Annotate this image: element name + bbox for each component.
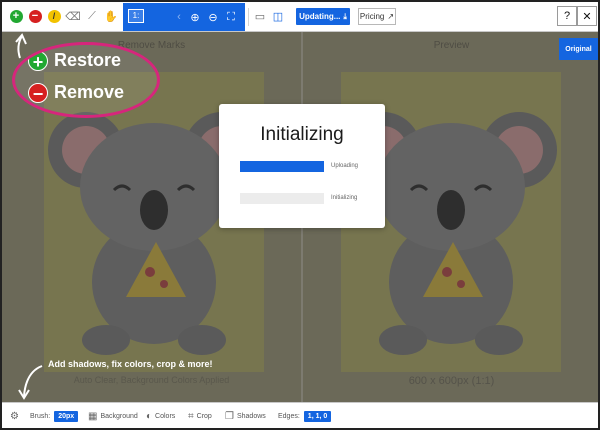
marks-footnote: Auto Clear, Background Colors Applied bbox=[73, 375, 230, 385]
init-progress-label: Initializing bbox=[331, 195, 358, 201]
toolbar-separator bbox=[248, 8, 249, 26]
zoom-select[interactable]: 1: bbox=[128, 9, 144, 23]
shadows-button[interactable]: ❐ Shadows bbox=[225, 409, 266, 423]
remove-annotation: − Remove bbox=[28, 82, 125, 104]
restore-remove-callout: + Restore − Remove bbox=[12, 42, 160, 118]
colors-icon: ◐ bbox=[146, 410, 153, 422]
restore-annotation: + Restore bbox=[28, 50, 122, 72]
background-icon: ▦ bbox=[88, 410, 98, 422]
crop-label: Crop bbox=[196, 412, 212, 420]
fit-screen-icon[interactable]: ⛶ bbox=[223, 9, 239, 25]
remove-minus-badge-icon: − bbox=[28, 82, 48, 104]
upload-progress-bar bbox=[240, 161, 324, 172]
shadows-label: Shadows bbox=[236, 412, 266, 420]
zoom-in-icon[interactable]: ⊕ bbox=[187, 9, 203, 25]
close-button[interactable]: ✕ bbox=[577, 6, 597, 26]
restore-plus-icon[interactable]: + bbox=[8, 8, 24, 24]
split-view-icon[interactable]: ◫ bbox=[270, 8, 286, 24]
remove-minus-icon[interactable]: − bbox=[27, 8, 43, 24]
settings-gear-icon[interactable]: ⚙ bbox=[10, 409, 22, 423]
brush-size-value[interactable]: 20px bbox=[54, 410, 79, 422]
magic-wand-icon[interactable]: / bbox=[46, 8, 62, 24]
bottom-toolbar: ⚙ Brush: 20px ▦ Background ◐ Colors ⌗ Cr… bbox=[2, 402, 598, 428]
step-back-icon[interactable]: ‹ bbox=[171, 9, 187, 25]
top-toolbar: + − / ⌫ ⟋ ✋ 1: ‹ ⊕ ⊖ ⛶ ▭ ◫ Updating... ⤓… bbox=[2, 2, 598, 32]
download-button[interactable]: Updating... ⤓ bbox=[296, 8, 350, 25]
colors-button[interactable]: ◐ Colors bbox=[146, 409, 175, 423]
crop-icon: ⌗ bbox=[188, 410, 194, 422]
remove-annotation-label: Remove bbox=[54, 82, 125, 102]
single-view-icon[interactable]: ▭ bbox=[252, 8, 268, 24]
brush-size-control[interactable]: Brush: 20px bbox=[30, 409, 79, 423]
external-link-icon: ↗ bbox=[387, 12, 395, 21]
brush-label: Brush: bbox=[30, 412, 51, 420]
download-button-label: Updating... bbox=[299, 12, 341, 21]
pricing-button-label: Pricing bbox=[359, 12, 385, 21]
restore-annotation-label: Restore bbox=[54, 50, 122, 70]
init-progress-bar bbox=[240, 193, 324, 204]
background-button[interactable]: ▦ Background bbox=[88, 409, 138, 423]
zoom-out-icon[interactable]: ⊖ bbox=[205, 9, 221, 25]
edges-value[interactable]: 1, 1, 0 bbox=[303, 410, 332, 422]
preview-pane-title: Preview bbox=[433, 40, 470, 51]
dialog-title: Initializing bbox=[260, 124, 344, 145]
background-label: Background bbox=[100, 412, 138, 420]
eraser-icon[interactable]: ⌫ bbox=[65, 8, 81, 24]
initializing-dialog: Initializing Uploading Initializing bbox=[219, 104, 385, 228]
preview-dimensions: 600 x 600px (1:1) bbox=[408, 375, 495, 387]
features-annotation: Add shadows, fix colors, crop & more! bbox=[48, 359, 213, 369]
crop-button[interactable]: ⌗ Crop bbox=[188, 409, 212, 423]
restore-plus-badge-icon: + bbox=[28, 50, 48, 72]
upload-progress-fill bbox=[240, 161, 324, 172]
edges-control[interactable]: Edges: 1, 1, 0 bbox=[278, 409, 332, 423]
edges-label: Edges: bbox=[278, 412, 300, 420]
shadows-icon: ❐ bbox=[225, 410, 234, 422]
app-window: Remove Marks Auto Clear, Background Colo… bbox=[0, 0, 600, 430]
download-icon: ⤓ bbox=[343, 11, 347, 21]
help-button[interactable]: ? bbox=[557, 6, 577, 26]
pricing-button[interactable]: Pricing ↗ bbox=[358, 8, 396, 25]
lasso-icon[interactable]: ⟋ bbox=[84, 8, 100, 24]
hand-pan-icon[interactable]: ✋ bbox=[103, 8, 119, 24]
zoom-controls: 1: ‹ ⊕ ⊖ ⛶ bbox=[123, 3, 245, 31]
original-button[interactable]: Original bbox=[559, 38, 598, 60]
upload-progress-label: Uploading bbox=[331, 163, 359, 169]
colors-label: Colors bbox=[155, 412, 176, 420]
